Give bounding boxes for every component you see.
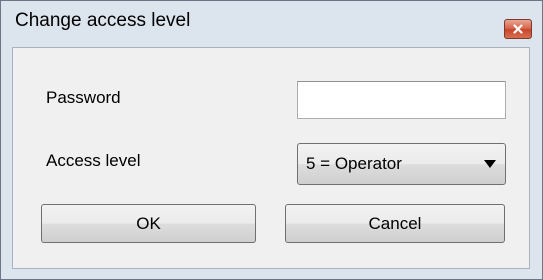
access-level-label: Access level bbox=[46, 151, 141, 170]
access-level-select[interactable]: 5 = Operator bbox=[297, 143, 506, 185]
password-input[interactable] bbox=[297, 81, 506, 119]
close-icon bbox=[513, 24, 523, 34]
close-button[interactable] bbox=[504, 19, 532, 39]
dropdown-arrow-icon bbox=[484, 160, 496, 168]
ok-button[interactable]: OK bbox=[41, 204, 256, 243]
change-access-level-dialog: Change access level Password Access leve… bbox=[0, 0, 543, 280]
password-label: Password bbox=[46, 88, 121, 107]
title-bar[interactable]: Change access level bbox=[1, 1, 542, 41]
dialog-body: Password Access level 5 = Operator OK Ca… bbox=[12, 47, 530, 269]
access-level-value: 5 = Operator bbox=[306, 154, 402, 173]
dialog-title: Change access level bbox=[15, 10, 191, 31]
cancel-button[interactable]: Cancel bbox=[285, 204, 505, 243]
